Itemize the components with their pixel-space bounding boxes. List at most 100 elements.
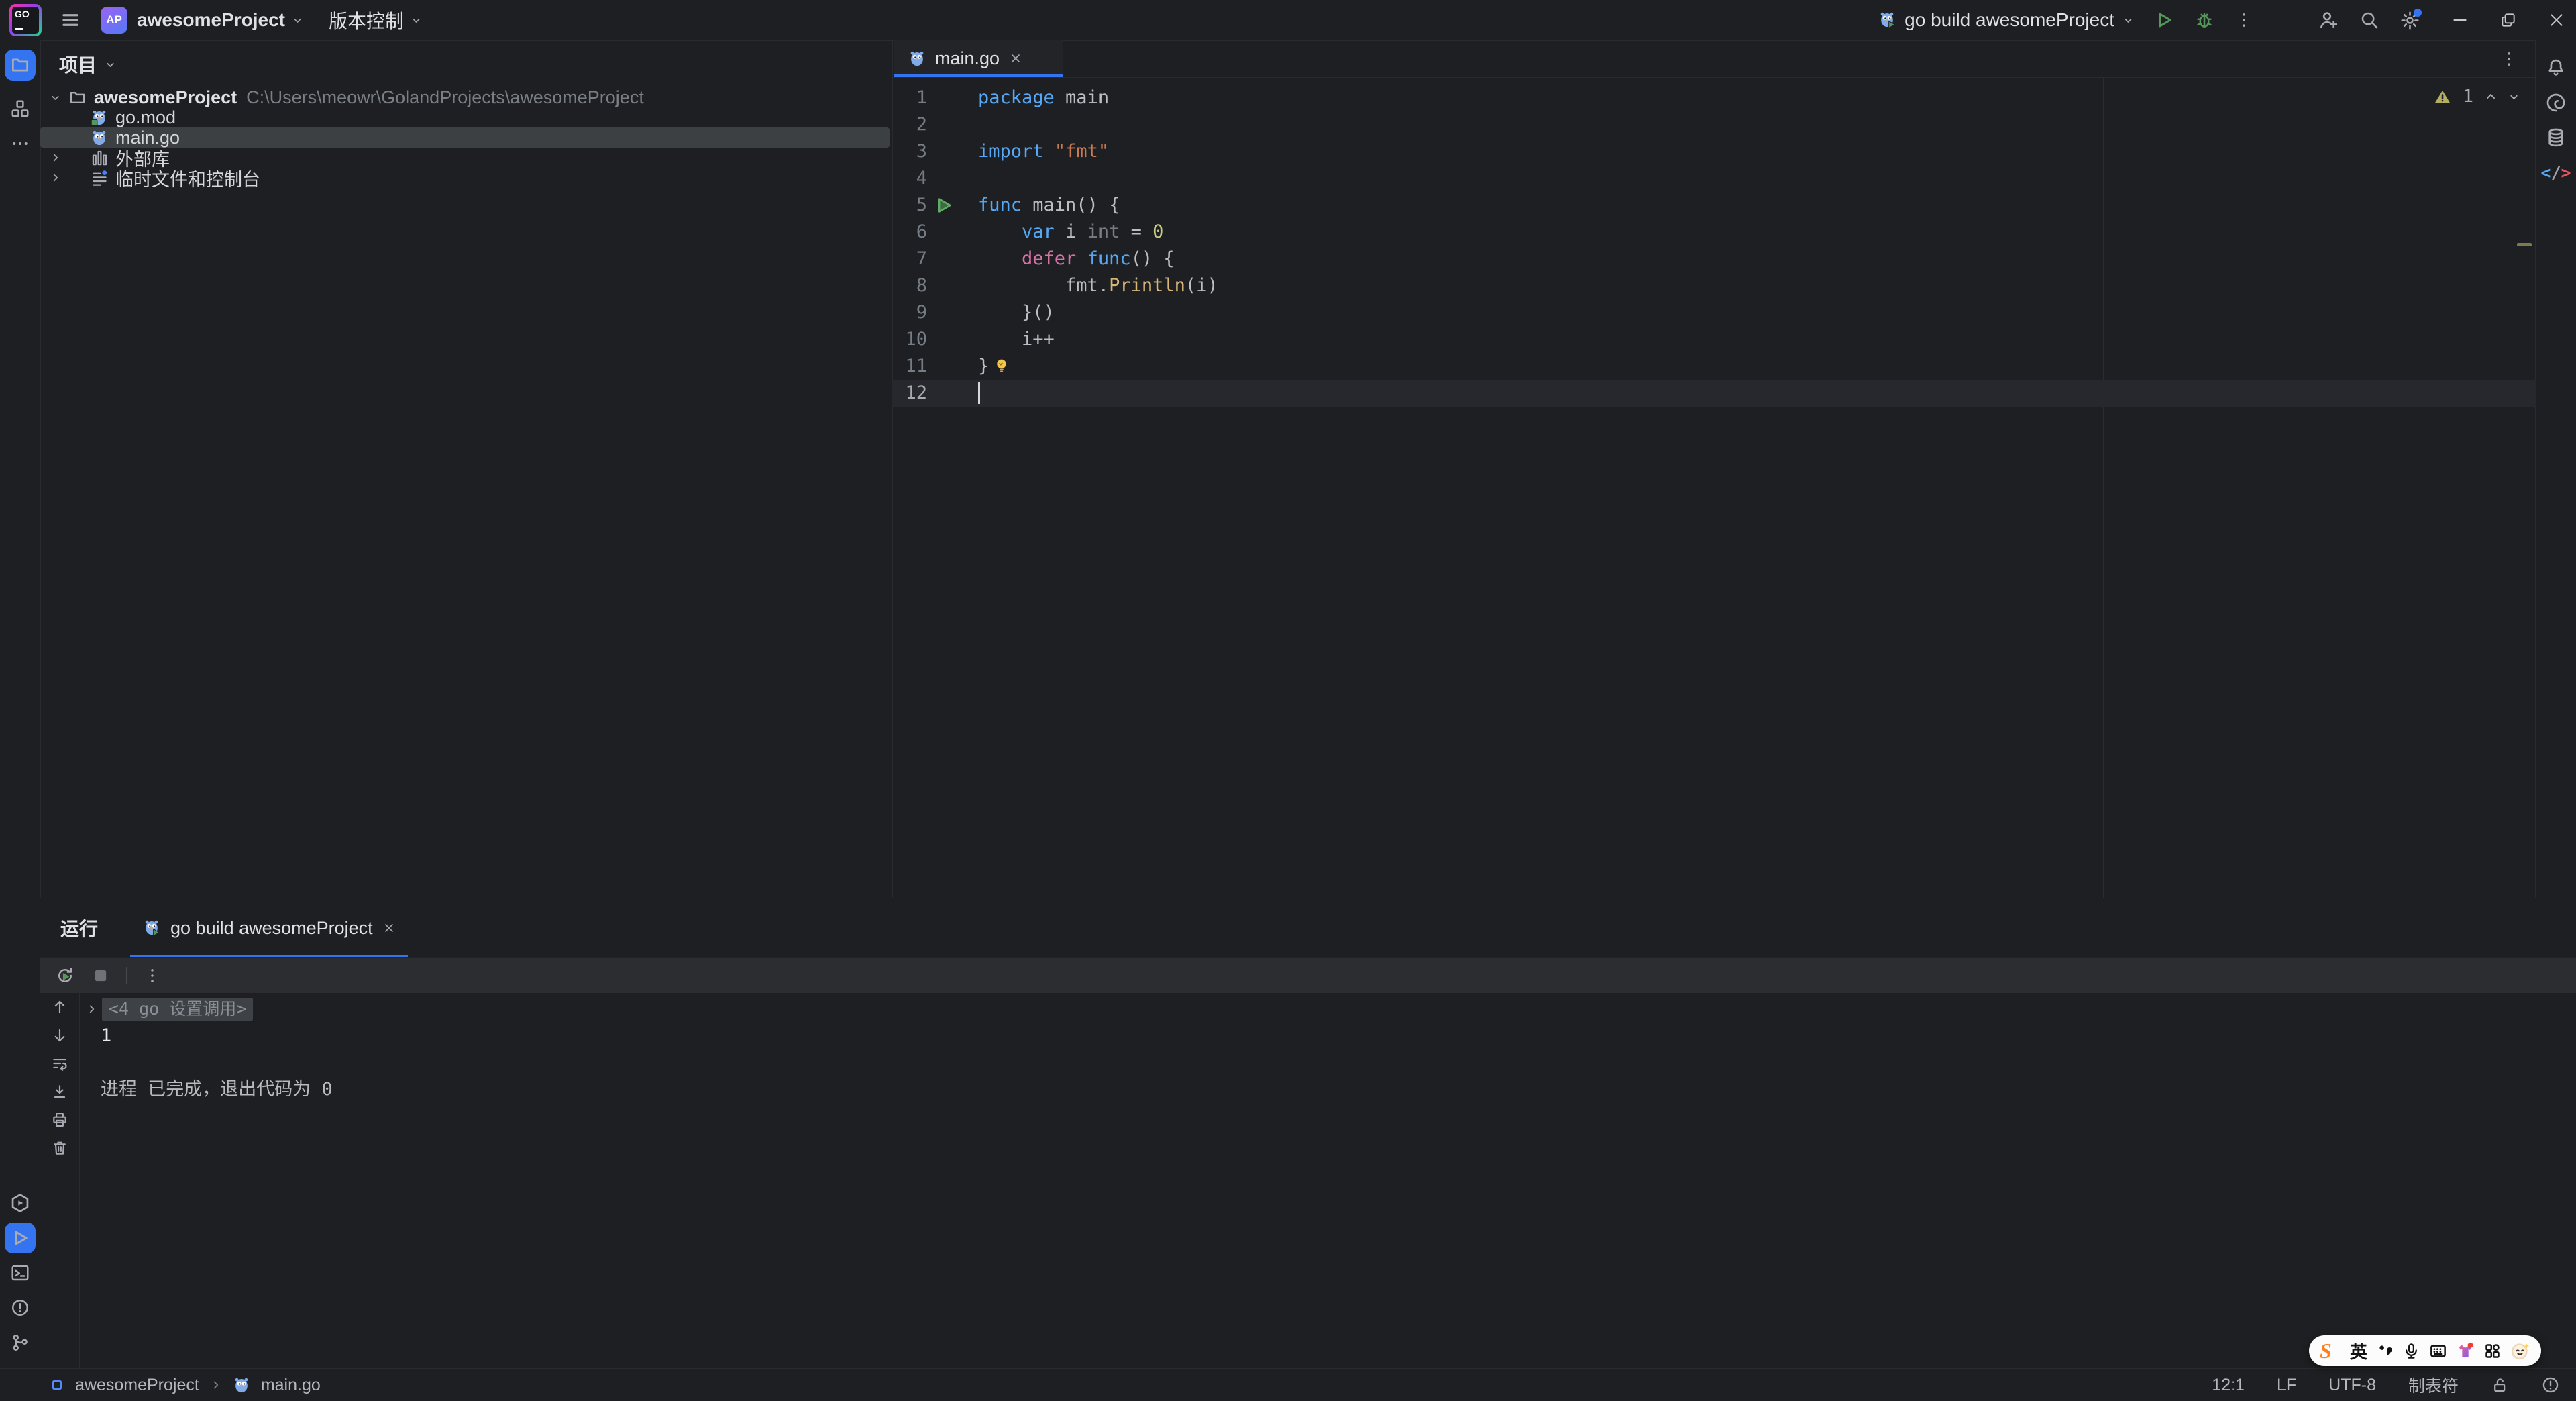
- code-line-11[interactable]: 11}: [892, 353, 2536, 380]
- caret-position-widget[interactable]: 12:1: [2212, 1376, 2245, 1395]
- console-output[interactable]: <4 go 设置调用> 1 进程 已完成，退出代码为 0: [79, 993, 2576, 1369]
- go-file-icon: [908, 50, 926, 67]
- notifications-status-icon[interactable]: [2541, 1376, 2560, 1394]
- code-line-9[interactable]: 9 }(): [892, 299, 2536, 326]
- project-name-button[interactable]: awesomeProject: [137, 9, 285, 31]
- tool-window-button-run[interactable]: [5, 1223, 36, 1253]
- line-number[interactable]: 3: [892, 138, 927, 165]
- tool-window-button-more-tool-windows[interactable]: [5, 128, 36, 159]
- tool-window-button-services[interactable]: [5, 1188, 36, 1218]
- chevron-down-icon[interactable]: [411, 15, 422, 26]
- run-tab[interactable]: go build awesomeProject: [130, 898, 408, 957]
- unlock-icon[interactable]: [2491, 1376, 2509, 1394]
- soft-wrap-button[interactable]: [51, 1055, 68, 1072]
- encoding-widget[interactable]: UTF-8: [2328, 1376, 2376, 1395]
- search-everywhere-button[interactable]: [2359, 10, 2379, 30]
- line-number[interactable]: 1: [892, 85, 927, 111]
- minimize-button[interactable]: [2451, 11, 2469, 29]
- line-number[interactable]: 12: [892, 380, 927, 407]
- chevron-down-icon[interactable]: [292, 15, 303, 26]
- tool-window-button-markup[interactable]: </>: [2540, 157, 2571, 188]
- ime-assistant-icon[interactable]: [2510, 1341, 2530, 1361]
- sogou-logo[interactable]: S: [2320, 1339, 2332, 1363]
- chevron-right-icon[interactable]: [50, 172, 62, 184]
- line-number[interactable]: 5: [892, 192, 927, 219]
- line-number[interactable]: 8: [892, 272, 927, 299]
- code-line-10[interactable]: 10 i++: [892, 326, 2536, 353]
- run-toolbar: [40, 957, 2576, 993]
- restore-button[interactable]: [2500, 11, 2517, 29]
- run-gutter-icon[interactable]: [934, 195, 954, 215]
- code-line-5[interactable]: 5 func main() {: [892, 192, 2536, 219]
- settings-button[interactable]: [2400, 8, 2422, 31]
- line-number[interactable]: 7: [892, 246, 927, 272]
- line-number[interactable]: 10: [892, 326, 927, 353]
- tool-window-button-structure[interactable]: [5, 93, 36, 124]
- next-occurrence-button[interactable]: [51, 1027, 68, 1044]
- line-number[interactable]: 6: [892, 219, 927, 246]
- prev-occurrence-button[interactable]: [51, 998, 68, 1016]
- tree-node-awesomeProject[interactable]: awesomeProject C:\Users\meowr\GolandProje…: [40, 87, 890, 107]
- line-number[interactable]: 11: [892, 353, 927, 380]
- clear-all-button[interactable]: [51, 1139, 68, 1157]
- ime-language-mode-button[interactable]: 英: [2350, 1339, 2367, 1363]
- microphone-icon[interactable]: [2402, 1342, 2420, 1360]
- more-options-button[interactable]: [143, 966, 162, 985]
- tab-main-go[interactable]: main.go: [894, 40, 1063, 76]
- stop-button[interactable]: [91, 966, 110, 985]
- tool-window-button-project[interactable]: [5, 50, 36, 81]
- close-tab-icon[interactable]: [382, 921, 396, 935]
- code-line-7[interactable]: 7 defer func() {: [892, 246, 2536, 272]
- line-separator-widget[interactable]: LF: [2277, 1376, 2296, 1395]
- code-line-8[interactable]: 8 fmt.Println(i): [892, 272, 2536, 299]
- tool-window-button-notifications[interactable]: [2540, 52, 2571, 83]
- code-line-12[interactable]: 12: [892, 380, 2536, 407]
- code-line-2[interactable]: 2: [892, 111, 2536, 138]
- indent-widget[interactable]: 制表符: [2408, 1373, 2459, 1397]
- debug-button[interactable]: [2194, 10, 2214, 30]
- terminal-icon: [10, 1263, 30, 1283]
- chevron-right-icon[interactable]: [50, 152, 62, 164]
- code-line-1[interactable]: 1 package main: [892, 85, 2536, 111]
- code-line-6[interactable]: 6 var i int = 0: [892, 219, 2536, 246]
- project-panel-header[interactable]: 项目: [40, 40, 892, 78]
- folded-command[interactable]: <4 go 设置调用>: [102, 998, 254, 1021]
- chevron-down-icon[interactable]: [50, 92, 61, 103]
- tool-window-button-ai-assistant[interactable]: [2540, 87, 2571, 118]
- tool-window-button-problems[interactable]: [5, 1292, 36, 1323]
- line-number[interactable]: 4: [892, 165, 927, 192]
- code-line-4[interactable]: 4: [892, 165, 2536, 192]
- title-bar: GO AP awesomeProject 版本控制 go build aweso…: [0, 0, 2576, 41]
- tool-window-button-database[interactable]: [2540, 122, 2571, 153]
- breadcrumb-project[interactable]: awesomeProject: [75, 1376, 199, 1395]
- code-with-me-button[interactable]: [2318, 9, 2339, 31]
- line-number[interactable]: 9: [892, 299, 927, 326]
- vcs-menu-button[interactable]: 版本控制: [329, 7, 404, 34]
- tab-options-button[interactable]: [2500, 50, 2518, 68]
- scroll-to-end-button[interactable]: [51, 1083, 68, 1100]
- tool-window-button-terminal[interactable]: [5, 1257, 36, 1288]
- virtual-keyboard-icon[interactable]: [2429, 1342, 2447, 1360]
- tree-node-go.mod[interactable]: go.mod: [40, 107, 890, 127]
- punctuation-mode-icon[interactable]: [2376, 1342, 2394, 1359]
- intention-bulb-icon[interactable]: [993, 357, 1010, 374]
- code-editor[interactable]: 1 1 package main 2 3 import "fmt" 4 5 func main…: [892, 77, 2536, 898]
- print-button[interactable]: [51, 1111, 68, 1129]
- ime-skin-icon[interactable]: [2456, 1341, 2475, 1360]
- line-number[interactable]: 2: [892, 111, 927, 138]
- main-menu-button[interactable]: [60, 10, 80, 30]
- text-caret: [978, 382, 980, 404]
- ime-toolbox-icon[interactable]: [2483, 1342, 2502, 1360]
- project-avatar[interactable]: AP: [101, 7, 127, 34]
- rerun-button[interactable]: [55, 966, 75, 986]
- expand-fold-icon[interactable]: [86, 1003, 98, 1015]
- tool-window-button-version-control[interactable]: [5, 1327, 36, 1358]
- tree-node--[interactable]: 临时文件和控制台: [40, 168, 890, 190]
- more-actions-button[interactable]: [2235, 11, 2253, 30]
- code-line-3[interactable]: 3 import "fmt": [892, 138, 2536, 165]
- close-button[interactable]: [2548, 11, 2565, 29]
- breadcrumb-file[interactable]: main.go: [261, 1376, 321, 1395]
- close-tab-icon[interactable]: [1009, 52, 1022, 65]
- run-button[interactable]: [2154, 10, 2174, 30]
- run-configuration-selector[interactable]: go build awesomeProject: [1878, 9, 2134, 31]
